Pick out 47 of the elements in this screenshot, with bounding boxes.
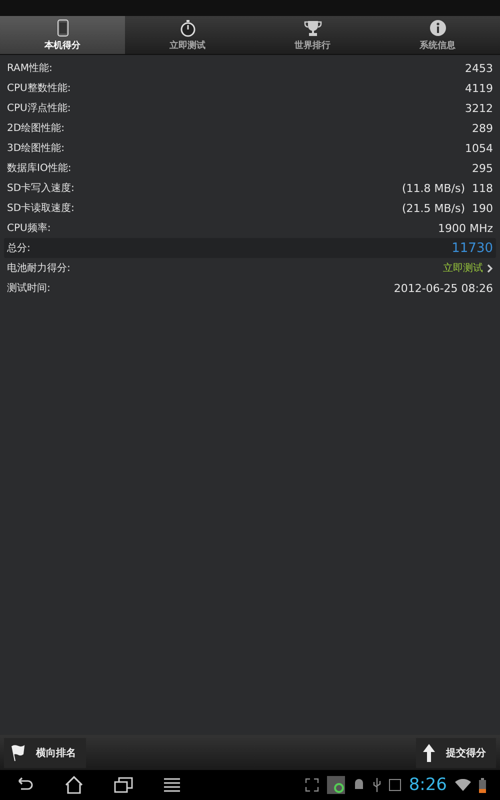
app-notification-icon bbox=[326, 776, 345, 794]
row-value: (11.8 MB/s) 118 bbox=[402, 182, 493, 194]
row-value: 1054 bbox=[465, 142, 493, 154]
wifi-icon bbox=[455, 779, 471, 791]
recent-apps-icon[interactable] bbox=[114, 777, 134, 793]
total-score: 11730 bbox=[452, 240, 493, 256]
row-value: 289 bbox=[472, 122, 493, 134]
row-label: 2D绘图性能: bbox=[7, 122, 64, 135]
submit-score-button[interactable]: 提交得分 bbox=[416, 738, 496, 768]
row-label: CPU频率: bbox=[7, 222, 51, 235]
chevron-icon bbox=[487, 264, 493, 272]
ranking-button[interactable]: 横向排名 bbox=[4, 738, 86, 768]
tab[interactable]: 世界排行 bbox=[250, 16, 375, 54]
row-value: 3212 bbox=[465, 102, 493, 114]
row-label: 总分: bbox=[7, 242, 30, 255]
row-label: RAM性能: bbox=[7, 62, 52, 75]
row-value: 1900 MHz bbox=[438, 222, 493, 234]
status-clock: 8:26 bbox=[408, 775, 447, 795]
row-label: CPU整数性能: bbox=[7, 82, 71, 95]
trophy-icon bbox=[304, 18, 322, 36]
row-label: SD卡读取速度: bbox=[7, 202, 74, 215]
flag-icon bbox=[10, 744, 26, 762]
row-label: 3D绘图性能: bbox=[7, 142, 64, 155]
stopwatch-icon bbox=[180, 18, 196, 36]
row-label: 数据库IO性能: bbox=[7, 162, 72, 175]
row-value: 4119 bbox=[465, 82, 493, 94]
row-value: 2453 bbox=[465, 62, 493, 74]
row-label: 测试时间: bbox=[7, 282, 50, 295]
screenshot-icon bbox=[388, 779, 401, 791]
tab[interactable]: 系统信息 bbox=[375, 16, 500, 54]
expand-icon bbox=[304, 778, 319, 792]
home-icon[interactable] bbox=[64, 776, 84, 794]
info-icon bbox=[428, 18, 446, 36]
menu-icon[interactable] bbox=[164, 778, 180, 792]
tab[interactable]: 立即测试 bbox=[125, 16, 250, 54]
row-value: 2012-06-25 08:26 bbox=[394, 282, 493, 294]
row-label: 电池耐力得分: bbox=[7, 262, 70, 275]
up-arrow-icon bbox=[422, 742, 436, 762]
test-now-link[interactable]: 立即测试 bbox=[443, 261, 493, 275]
battery-icon bbox=[479, 778, 486, 792]
row-value: (21.5 MB/s) 190 bbox=[402, 202, 493, 214]
row-label: SD卡写入速度: bbox=[7, 182, 74, 195]
phone-icon bbox=[56, 18, 68, 36]
usb-icon bbox=[372, 778, 381, 792]
tab[interactable]: 本机得分 bbox=[0, 16, 125, 54]
row-value: 295 bbox=[472, 162, 493, 174]
row-label: CPU浮点性能: bbox=[7, 102, 71, 115]
